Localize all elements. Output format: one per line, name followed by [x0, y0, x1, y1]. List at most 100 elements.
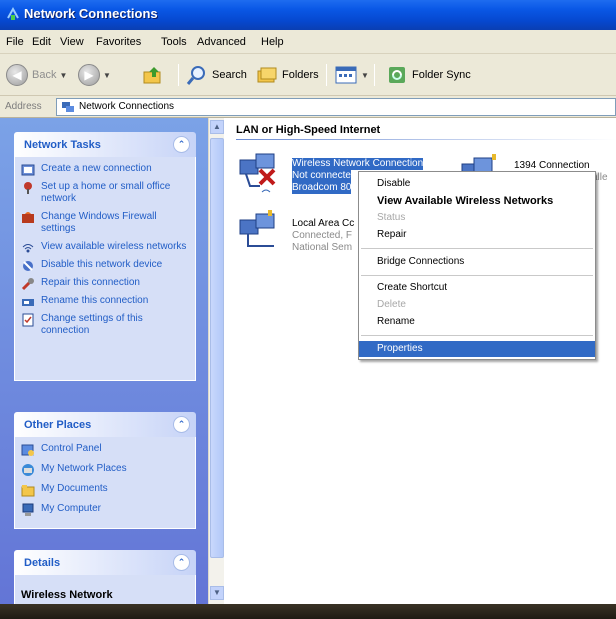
- menu-item-create-shortcut[interactable]: Create Shortcut: [359, 280, 595, 296]
- up-folder-icon: [143, 67, 161, 84]
- search-icon: [186, 66, 205, 85]
- section-divider: [236, 139, 616, 140]
- toolbar-separator: [326, 64, 327, 86]
- network-tasks-box: Network Tasks ⌃ Create a new connection …: [14, 132, 196, 381]
- menu-separator: [361, 248, 593, 249]
- folder-sync-label: Folder Sync: [412, 69, 471, 81]
- address-label: Address: [5, 101, 42, 112]
- documents-folder-icon: [21, 485, 35, 497]
- forward-button[interactable]: ▶ ▼: [78, 63, 111, 87]
- toolbar: ◀ Back ▼ ▶ ▼ Search Folders ▼ Folder Syn…: [0, 54, 616, 96]
- connection-status: Connected, F: [292, 230, 353, 241]
- task-label: Change settings of this connection: [41, 313, 143, 336]
- views-icon: [335, 66, 357, 84]
- task-view-wireless[interactable]: View available wireless networks: [21, 241, 187, 253]
- details-header[interactable]: Details ⌃: [14, 550, 196, 575]
- computer-icon: [22, 503, 34, 516]
- address-field[interactable]: Network Connections: [56, 98, 616, 116]
- menu-item-rename[interactable]: Rename: [359, 314, 595, 330]
- scroll-down-icon[interactable]: ▼: [210, 586, 224, 600]
- folders-button[interactable]: Folders: [256, 63, 319, 87]
- new-connection-icon: [21, 164, 35, 176]
- toolbar-separator: [374, 64, 375, 86]
- task-change-settings[interactable]: Change settings of this connection: [21, 313, 187, 337]
- menu-view[interactable]: View: [60, 36, 84, 48]
- folder-sync-button[interactable]: Folder Sync: [386, 63, 471, 87]
- menu-separator: [361, 275, 593, 276]
- place-label: My Computer: [41, 503, 102, 514]
- place-label: My Documents: [41, 483, 108, 494]
- network-tasks-title: Network Tasks: [24, 139, 101, 151]
- search-label: Search: [212, 69, 247, 81]
- place-my-network-places[interactable]: My Network Places: [21, 463, 187, 476]
- views-button[interactable]: ▼: [334, 63, 369, 87]
- menu-help[interactable]: Help: [261, 36, 284, 48]
- other-places-list: Control Panel My Network Places My Docum…: [14, 437, 196, 529]
- menu-edit[interactable]: Edit: [32, 36, 51, 48]
- place-my-computer[interactable]: My Computer: [21, 503, 187, 516]
- task-home-network[interactable]: Set up a home or small office network: [21, 181, 187, 205]
- title-bar[interactable]: Network Connections: [0, 0, 616, 30]
- wireless-icon: [22, 244, 34, 253]
- menu-item-repair[interactable]: Repair: [359, 227, 595, 243]
- repair-icon: [21, 278, 34, 291]
- scroll-up-icon[interactable]: ▲: [210, 120, 224, 134]
- other-places-title: Other Places: [24, 419, 92, 431]
- menu-favorites[interactable]: Favorites: [96, 36, 141, 48]
- menu-tools[interactable]: Tools: [161, 36, 187, 48]
- up-folder-button[interactable]: [142, 63, 164, 87]
- connection-name: Local Area Cc: [292, 218, 355, 229]
- collapse-icon[interactable]: ⌃: [173, 416, 190, 433]
- menu-item-properties[interactable]: Properties: [359, 341, 595, 357]
- details-body: Wireless Network: [14, 575, 196, 604]
- connection-status: Not connecte: [292, 170, 351, 182]
- menu-advanced[interactable]: Advanced: [197, 36, 246, 48]
- forward-arrow-icon: ▶: [78, 64, 100, 86]
- toolbar-separator: [178, 64, 179, 86]
- menu-item-bridge-connections[interactable]: Bridge Connections: [359, 254, 595, 270]
- network-places-icon: [22, 464, 34, 476]
- search-button[interactable]: Search: [186, 63, 247, 87]
- address-value: Network Connections: [79, 101, 175, 112]
- task-rename[interactable]: Rename this connection: [21, 295, 187, 307]
- chevron-down-icon: ▼: [103, 70, 111, 80]
- menu-item-view-wireless-networks[interactable]: View Available Wireless Networks: [359, 193, 595, 209]
- scroll-thumb[interactable]: [210, 138, 224, 558]
- disable-device-icon: [23, 261, 33, 271]
- place-control-panel[interactable]: Control Panel: [21, 443, 187, 456]
- connection-device: Broadcom 80: [292, 182, 352, 194]
- place-label: My Network Places: [41, 463, 127, 474]
- task-label: Change Windows Firewall settings: [41, 211, 157, 234]
- task-pane-scrollbar[interactable]: ▲ ▼: [208, 118, 224, 604]
- details-title: Details: [24, 557, 61, 569]
- back-arrow-icon: ◀: [6, 64, 28, 86]
- menu-item-disable[interactable]: Disable: [359, 176, 595, 192]
- task-label: Repair this connection: [41, 277, 140, 288]
- network-tasks-header[interactable]: Network Tasks ⌃: [14, 132, 196, 157]
- collapse-icon[interactable]: ⌃: [173, 136, 190, 153]
- task-label: View available wireless networks: [41, 241, 187, 252]
- section-title: LAN or High-Speed Internet: [236, 124, 381, 136]
- menu-file[interactable]: File: [6, 36, 24, 48]
- task-firewall[interactable]: Change Windows Firewall settings: [21, 211, 187, 235]
- menu-bar: File Edit View Favorites Tools Advanced …: [0, 30, 616, 54]
- task-disable-device[interactable]: Disable this network device: [21, 259, 187, 271]
- explorer-window: Network Connections File Edit View Favor…: [0, 0, 616, 604]
- other-places-header[interactable]: Other Places ⌃: [14, 412, 196, 437]
- task-pane: Network Tasks ⌃ Create a new connection …: [0, 118, 208, 604]
- folders-icon: [257, 67, 277, 83]
- place-my-documents[interactable]: My Documents: [21, 483, 187, 497]
- back-button[interactable]: ◀ Back ▼: [6, 63, 67, 87]
- collapse-icon[interactable]: ⌃: [173, 554, 190, 571]
- settings-icon: [22, 313, 34, 327]
- menu-item-delete: Delete: [377, 299, 406, 310]
- task-label: Create a new connection: [41, 163, 152, 174]
- network-connections-icon: [7, 6, 19, 20]
- connection-name: Wireless Network Connection: [292, 158, 424, 170]
- task-label: Set up a home or small office network: [41, 181, 171, 204]
- task-create-connection[interactable]: Create a new connection: [21, 163, 187, 176]
- task-label: Rename this connection: [41, 295, 149, 306]
- network-connections-icon: [62, 102, 74, 112]
- task-repair[interactable]: Repair this connection: [21, 277, 187, 291]
- folder-sync-icon: [389, 67, 405, 83]
